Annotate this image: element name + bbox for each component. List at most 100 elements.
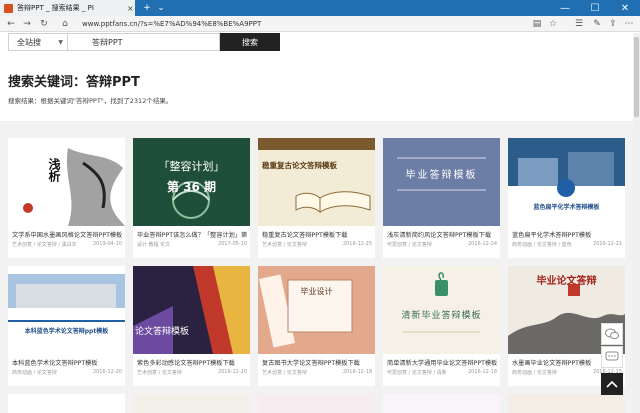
card-title[interactable]: 稳重复古论文答辩PPT模板下载 <box>262 230 374 239</box>
browser-tab[interactable]: 答辩PPT _ 搜索结果 _ PI × <box>0 0 135 16</box>
chat-icon <box>605 351 619 361</box>
open-book-thumbnail <box>258 138 375 214</box>
tab-title: 答辩PPT _ 搜索结果 _ PI <box>17 4 94 12</box>
favorite-star-icon[interactable]: ☆ <box>546 16 560 32</box>
card-title[interactable]: 蓝色扁平化学术答辩PPT模板 <box>512 230 624 239</box>
card-title[interactable]: 文学系中国水墨画风格论文答辩PPT模板 <box>12 230 124 239</box>
card-date: 2017-05-10 <box>217 241 247 247</box>
result-card[interactable]: 蓝色扁平化学术答辩模板 蓝色扁平化学术答辩PPT模板 商务动画 / 论文答辩 /… <box>508 138 625 258</box>
back-icon[interactable]: ← <box>4 16 18 32</box>
card-thumbnail[interactable]: 「整容计划」 第 36 期 <box>133 138 250 226</box>
card-title[interactable]: 本科蓝色学术论文答辩PPT模板 <box>12 358 124 367</box>
minimize-button[interactable]: — <box>550 0 580 16</box>
refresh-icon[interactable]: ↻ <box>37 16 51 32</box>
card-date: 2016-12-21 <box>592 241 622 247</box>
thumbnail-issue: 第 36 期 <box>166 180 217 194</box>
result-card[interactable]: 本科蓝色学术论文答辩ppt模板 本科蓝色学术论文答辩PPT模板 商务动画 / 论… <box>8 266 125 386</box>
card-meta: 设计 教程 论文 <box>137 242 171 248</box>
result-card[interactable]: 毕业设计 复古图书大学论文答辩PPT模板下载 艺术创意 / 论文答辩 2016-… <box>258 266 375 386</box>
card-date: 2016-12-18 <box>467 369 497 375</box>
card-thumbnail[interactable] <box>258 394 375 413</box>
card-thumbnail[interactable]: 论文答辩模板 <box>133 266 250 354</box>
ink-painting-thumbnail <box>23 148 125 226</box>
frame-lines-thumbnail <box>397 157 486 191</box>
card-date: 2016-12-20 <box>92 369 122 375</box>
thumbnail-caption: 清新毕业答辩模板 <box>401 311 482 321</box>
card-title[interactable]: 简单清新大学通用毕业论文答辩PPT模板 <box>387 358 499 367</box>
building-photo-thumbnail <box>8 274 125 322</box>
result-card[interactable]: 「整容计划」 第 36 期 毕业答辩PPT该怎么做？「整容计划」第 设计 教程 … <box>133 138 250 258</box>
thumbnail-caption: 毕业答辩模板 <box>405 170 478 181</box>
result-card[interactable]: 清新毕业答辩模板 简单清新大学通用毕业论文答辩PPT模板 可爱创意 / 论文答辩… <box>383 266 500 386</box>
card-date: 2016-12-20 <box>217 369 247 375</box>
books-thumbnail <box>258 274 353 348</box>
browser-titlebar: 答辩PPT _ 搜索结果 _ PI × + ⌄ — ☐ ✕ <box>0 0 640 16</box>
color-stripes-thumbnail <box>133 266 250 354</box>
chevron-down-icon: ▼ <box>58 38 63 46</box>
notes-pen-icon[interactable]: ✎ <box>590 16 604 32</box>
card-title[interactable]: 紫色多彩动感论文答辩PPT模板下载 <box>137 358 249 367</box>
page-scrollbar[interactable] <box>633 33 640 413</box>
new-tab-icon[interactable]: + <box>140 0 154 16</box>
search-input[interactable]: 答辩PPT <box>68 33 220 51</box>
thumbnail-caption: 毕业论文答辩 <box>536 276 597 287</box>
search-scope-select[interactable]: 全站搜 ▼ <box>8 33 68 51</box>
card-thumbnail[interactable] <box>383 394 500 413</box>
chat-button[interactable] <box>601 346 623 368</box>
card-thumbnail[interactable]: 浅析 <box>8 138 125 226</box>
favorites-icon[interactable]: ☰ <box>572 16 586 32</box>
site-favicon-icon <box>4 3 13 13</box>
more-icon[interactable]: ⋯ <box>622 16 636 32</box>
url-field[interactable]: www.pptfans.cn/?s=%E7%AD%94%E8%BE%A9PPT <box>82 18 261 30</box>
card-thumbnail[interactable]: 稳重复古论文答辩模板 <box>258 138 375 226</box>
result-card[interactable] <box>133 394 250 413</box>
address-bar: ← → ↻ ⌂ www.pptfans.cn/?s=%E7%AD%94%E8%B… <box>0 16 640 32</box>
card-meta: 可爱创意 / 论文答辩 <box>387 242 432 248</box>
maximize-button[interactable]: ☐ <box>580 0 610 16</box>
results-summary: 搜索结果：根据关键词"答辩PPT"，找到了2312个结果。 <box>8 97 173 105</box>
result-card[interactable] <box>258 394 375 413</box>
card-title[interactable]: 浅灰清新简约风论文答辩PPT模板下载 <box>387 230 499 239</box>
card-meta: 商务动画 / 论文答辩 <box>12 370 57 376</box>
tab-close-icon[interactable]: × <box>127 4 134 13</box>
card-date: 2016-12-25 <box>342 241 372 247</box>
back-to-top-icon <box>606 380 618 388</box>
card-thumbnail[interactable]: 毕业设计 <box>258 266 375 354</box>
card-thumbnail[interactable]: 蓝色扁平化学术答辩模板 <box>508 138 625 226</box>
card-thumbnail[interactable]: 本科蓝色学术论文答辩ppt模板 <box>8 266 125 354</box>
card-meta: 可爱创意 / 论文答辩 / 清新 <box>387 370 447 376</box>
card-thumbnail[interactable] <box>508 394 625 413</box>
thumbnail-caption: 浅析 <box>47 158 61 182</box>
reading-view-icon[interactable]: ▤ <box>530 16 544 32</box>
card-date: 2016-12-18 <box>342 369 372 375</box>
search-scope-label: 全站搜 <box>17 37 41 47</box>
forward-icon[interactable]: → <box>20 16 34 32</box>
share-icon[interactable]: ⇪ <box>606 16 620 32</box>
result-card[interactable] <box>383 394 500 413</box>
result-card[interactable]: 论文答辩模板 紫色多彩动感论文答辩PPT模板下载 艺术创意 / 论文答辩 201… <box>133 266 250 386</box>
home-icon[interactable]: ⌂ <box>58 16 72 32</box>
card-thumbnail[interactable]: 清新毕业答辩模板 <box>383 266 500 354</box>
card-title[interactable]: 毕业答辩PPT该怎么做？「整容计划」第 <box>137 230 249 239</box>
card-date: 2019-04-10 <box>92 241 122 247</box>
result-card[interactable]: 浅析 文学系中国水墨画风格论文答辩PPT模板 艺术创意 / 论文答辩 / 黑白灰… <box>8 138 125 258</box>
result-card[interactable] <box>8 394 125 413</box>
card-thumbnail[interactable] <box>133 394 250 413</box>
campus-photo-thumbnail <box>508 138 625 197</box>
thumbnail-caption: 「整容计划」 <box>158 160 225 173</box>
close-window-button[interactable]: ✕ <box>610 0 640 16</box>
card-thumbnail[interactable] <box>8 394 125 413</box>
tab-list-chevron-icon[interactable]: ⌄ <box>154 0 168 16</box>
thumbnail-caption: 稳重复古论文答辩模板 <box>262 161 337 170</box>
card-title[interactable]: 复古图书大学论文答辩PPT模板下载 <box>262 358 374 367</box>
wechat-button[interactable] <box>601 323 623 345</box>
result-card[interactable] <box>508 394 625 413</box>
wechat-icon <box>605 328 619 340</box>
result-card[interactable]: 毕业答辩模板 浅灰清新简约风论文答辩PPT模板下载 可爱创意 / 论文答辩 20… <box>383 138 500 258</box>
thumbnail-caption: 论文答辩模板 <box>135 327 190 337</box>
search-button[interactable]: 搜索 <box>220 33 280 51</box>
card-thumbnail[interactable]: 毕业答辩模板 <box>383 138 500 226</box>
back-to-top-button[interactable] <box>601 373 623 395</box>
result-card[interactable]: 稳重复古论文答辩模板 稳重复古论文答辩PPT模板下载 艺术创意 / 论文答辩 2… <box>258 138 375 258</box>
scrollbar-thumb[interactable] <box>634 37 639 117</box>
